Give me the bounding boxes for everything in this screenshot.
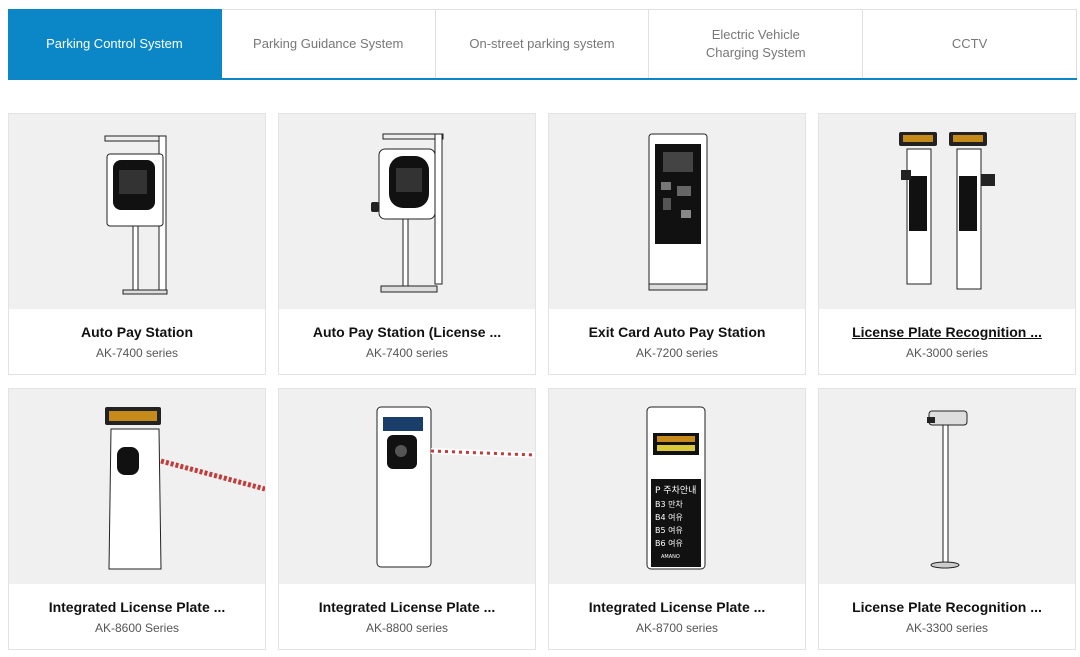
lpr-camera-posts-icon [899,132,995,290]
product-card-auto-pay-station[interactable]: Auto Pay Station AK-7400 series [8,113,266,375]
exit-card-pay-station-icon [648,133,708,291]
category-tabs: Parking Control System Parking Guidance … [8,9,1077,80]
product-model: AK-3300 series [905,621,989,635]
product-image [279,389,535,584]
product-image [9,389,265,584]
lpr-camera-pole-icon [927,410,968,569]
product-name[interactable]: License Plate Recognition ... [819,324,1075,340]
tab-label: On-street parking system [469,36,615,51]
product-card-integrated-lpr-ak8600[interactable]: Integrated License Plate ... AK-8600 Ser… [8,388,266,650]
product-image [279,114,535,309]
tab-label-line2: Charging System [705,45,806,60]
sign-row: B6 여유 [655,538,683,548]
tab-cctv[interactable]: CCTV [863,9,1077,78]
product-card-lpr-ak3000[interactable]: License Plate Recognition ... AK-3000 se… [818,113,1076,375]
product-card-integrated-lpr-ak8700[interactable]: P 주차안내 B3 만차 B4 여유 B5 여유 B6 여유 AMANO Int… [548,388,806,650]
sign-brand: AMANO [661,554,680,560]
product-name[interactable]: Integrated License Plate ... [549,599,805,615]
product-name[interactable]: Exit Card Auto Pay Station [549,324,805,340]
product-image [819,389,1075,584]
product-name[interactable]: Auto Pay Station (License ... [279,324,535,340]
auto-pay-station-kiosk-icon [104,135,168,295]
product-name[interactable]: Auto Pay Station [9,324,265,340]
sign-row: B3 만차 [655,500,683,509]
product-model: AK-7400 series [365,346,449,360]
product-card-auto-pay-station-lpr[interactable]: Auto Pay Station (License ... AK-7400 se… [278,113,536,375]
integrated-lpr-barrier-icon [105,407,265,570]
tab-on-street-parking-system[interactable]: On-street parking system [435,9,650,78]
sign-row: B4 여유 [655,512,683,522]
product-model: AK-8600 Series [94,621,180,635]
integrated-lpr-guidance-icon: P 주차안내 B3 만차 B4 여유 B5 여유 B6 여유 AMANO [646,406,706,570]
product-model: AK-3000 series [905,346,989,360]
product-model: AK-7200 series [635,346,719,360]
product-card-exit-card-pay-station[interactable]: Exit Card Auto Pay Station AK-7200 serie… [548,113,806,375]
tab-label-line1: Electric Vehicle [711,27,800,42]
product-image: P 주차안내 B3 만차 B4 여유 B5 여유 B6 여유 AMANO [549,389,805,584]
product-card-integrated-lpr-ak8800[interactable]: Integrated License Plate ... AK-8800 ser… [278,388,536,650]
product-image [549,114,805,309]
product-name[interactable]: Integrated License Plate ... [279,599,535,615]
product-card-lpr-ak3300[interactable]: License Plate Recognition ... AK-3300 se… [818,388,1076,650]
product-image [9,114,265,309]
tab-label: Parking Guidance System [253,36,404,51]
product-grid: Auto Pay Station AK-7400 series Auto Pay… [8,113,1077,650]
product-model: AK-8800 series [365,621,449,635]
sign-p-label: P 주차안내 [655,484,696,496]
tab-label: CCTV [951,36,988,51]
product-name[interactable]: Integrated License Plate ... [9,599,265,615]
tab-ev-charging-system[interactable]: Electric Vehicle Charging System [649,9,864,78]
tab-parking-guidance-system[interactable]: Parking Guidance System [221,9,436,78]
tab-label: Electric Vehicle Charging System [706,26,806,62]
tab-parking-control-system[interactable]: Parking Control System [8,9,222,78]
sign-row: B5 여유 [655,525,683,535]
integrated-lpr-barrier-icon [376,406,535,568]
product-image [819,114,1075,309]
product-model: AK-8700 series [635,621,719,635]
product-name[interactable]: License Plate Recognition ... [819,599,1075,615]
product-model: AK-7400 series [95,346,179,360]
auto-pay-station-lpr-kiosk-icon [371,133,444,293]
tab-label: Parking Control System [46,36,183,51]
